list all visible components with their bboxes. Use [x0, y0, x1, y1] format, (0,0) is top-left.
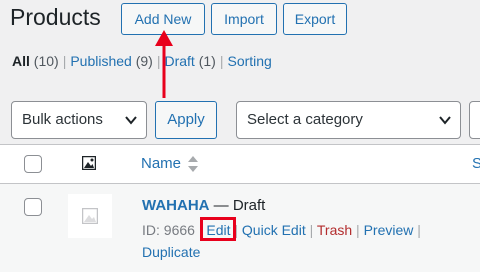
product-thumbnail[interactable] [68, 194, 112, 238]
chevron-down-icon [125, 116, 137, 125]
apply-button[interactable]: Apply [155, 101, 217, 139]
chevron-down-icon [439, 116, 451, 125]
product-state: — Draft [213, 197, 266, 214]
separator: | [219, 53, 224, 69]
view-draft[interactable]: Draft (1) [164, 53, 215, 69]
row-actions: ID: 9666 | Edit | Quick Edit | Trash | P… [142, 222, 421, 239]
select-all-checkbox[interactable] [24, 155, 42, 173]
import-button[interactable]: Import [211, 3, 277, 35]
product-name-link[interactable]: WAHAHA [142, 197, 210, 214]
product-id: ID: 9666 [142, 222, 195, 238]
separator: | [413, 222, 421, 238]
separator: | [352, 222, 360, 238]
image-placeholder-icon [82, 208, 98, 224]
category-placeholder: Select a category [247, 111, 363, 128]
duplicate-link[interactable]: Duplicate [142, 244, 200, 260]
row-actions-secondary: Duplicate [142, 244, 200, 261]
export-button[interactable]: Export [283, 3, 347, 35]
separator: | [62, 53, 67, 69]
name-column-header[interactable]: Name [141, 155, 181, 172]
row-checkbox[interactable] [24, 198, 42, 216]
view-sorting[interactable]: Sorting [227, 53, 271, 69]
view-all[interactable]: All (10) [12, 53, 59, 69]
next-column-header[interactable]: S [472, 155, 480, 172]
preview-link[interactable]: Preview [364, 222, 414, 238]
status-filters: All (10) | Published (9) | Draft (1) | Sorting [12, 52, 272, 70]
bulk-actions-select[interactable]: Bulk actions [11, 101, 147, 139]
quick-edit-link[interactable]: Quick Edit [242, 222, 306, 238]
separator: | [305, 222, 314, 238]
table-header: Name S [0, 145, 480, 183]
separator: | [156, 53, 161, 69]
bulk-actions-value: Bulk actions [22, 111, 103, 128]
sort-icon[interactable] [187, 155, 199, 173]
filter-button-partial[interactable] [469, 101, 480, 139]
view-published[interactable]: Published (9) [70, 53, 153, 69]
annotation-highlight-box [200, 217, 236, 241]
category-select[interactable]: Select a category [236, 101, 461, 139]
image-column-icon [82, 156, 96, 170]
product-title: WAHAHA — Draft [142, 196, 265, 216]
trash-link[interactable]: Trash [317, 222, 352, 238]
page-title: Products [10, 4, 101, 30]
